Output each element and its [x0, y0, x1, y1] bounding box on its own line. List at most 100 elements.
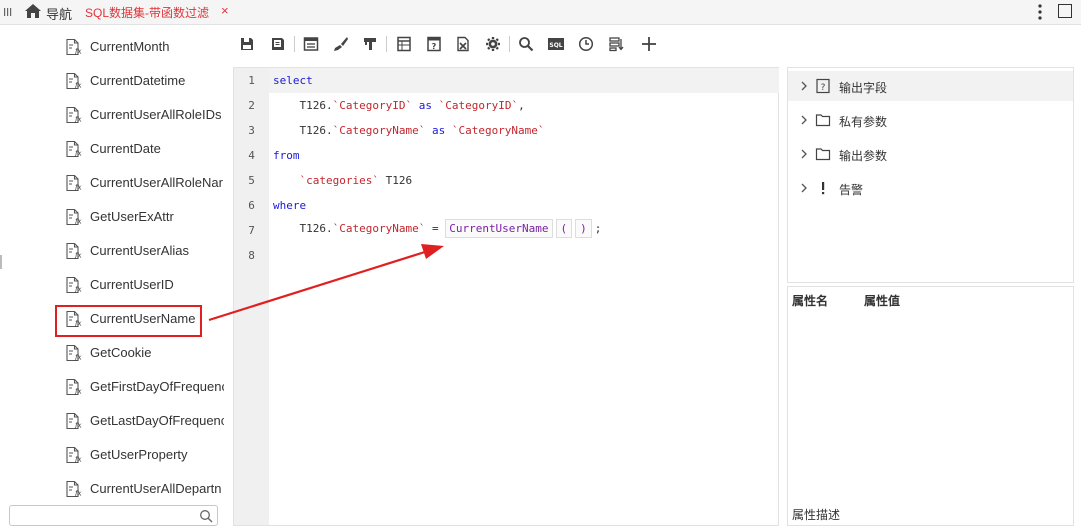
keyword-where: where: [273, 199, 307, 212]
code-line-2[interactable]: T126.`CategoryID` as `CategoryID`,: [273, 99, 524, 112]
svg-text:fx: fx: [74, 490, 82, 498]
alias-identifier: `CategoryName`: [451, 124, 545, 137]
sql-icon[interactable]: SQL: [545, 32, 567, 56]
function-icon: fx: [64, 446, 82, 464]
save-icon[interactable]: [236, 32, 258, 56]
field-help-icon: ?: [816, 78, 830, 94]
more-vertical-icon[interactable]: [1036, 2, 1044, 22]
clock-icon[interactable]: [575, 32, 597, 56]
chevron-right-icon[interactable]: [800, 149, 808, 159]
code-line-7[interactable]: T126.`CategoryName` = CurrentUserName();: [273, 219, 601, 238]
function-list-item[interactable]: fx CurrentMonth: [64, 34, 224, 60]
line-number: 8: [248, 249, 255, 262]
search-icon[interactable]: [515, 32, 537, 56]
svg-text:fx: fx: [74, 286, 82, 294]
chevron-right-icon[interactable]: [800, 115, 808, 125]
code-line-4[interactable]: from: [273, 149, 300, 162]
function-list-item[interactable]: fx CurrentDatetime: [64, 68, 224, 94]
tree-label: 输出字段: [839, 81, 888, 95]
line-number: 4: [248, 149, 255, 162]
function-icon: fx: [64, 276, 82, 294]
table-identifier: `categories`: [299, 174, 379, 187]
keyword-as: as: [431, 124, 446, 137]
svg-text:fx: fx: [74, 456, 82, 464]
tree-label: 私有参数: [839, 115, 888, 129]
toolbar-separator: [386, 36, 387, 52]
function-token-currentusername[interactable]: CurrentUserName: [445, 219, 553, 238]
table-alias: T126: [378, 174, 413, 187]
filter-icon[interactable]: [359, 32, 381, 56]
svg-text:fx: fx: [74, 116, 82, 124]
function-list-item[interactable]: fx CurrentUserID: [64, 272, 224, 298]
sort-icon[interactable]: [605, 32, 627, 56]
table-icon[interactable]: [393, 32, 415, 56]
keyword-from: from: [273, 149, 300, 162]
function-search-input[interactable]: [9, 505, 218, 526]
help-doc-icon[interactable]: ?: [423, 32, 445, 56]
table-prefix: T126.: [273, 124, 333, 137]
exclamation-icon: [822, 182, 825, 195]
function-icon: fx: [64, 208, 82, 226]
close-paren-token[interactable]: ): [575, 219, 592, 238]
search-icon[interactable]: [199, 509, 213, 523]
tree-item-output-params[interactable]: 输出参数: [788, 139, 1073, 169]
function-list-item[interactable]: fx GetUserProperty: [64, 442, 224, 468]
line-number: 6: [248, 199, 255, 212]
function-list-item[interactable]: fx CurrentDate: [64, 136, 224, 162]
svg-text:fx: fx: [74, 422, 82, 430]
function-icon: fx: [64, 38, 82, 56]
line-number: 1: [248, 74, 255, 87]
function-list-item[interactable]: fx GetCookie: [64, 340, 224, 366]
function-list-item[interactable]: fx CurrentUserAllDepartn: [64, 476, 224, 500]
toolbar-separator: [509, 36, 510, 52]
layout-icon[interactable]: [300, 32, 322, 56]
svg-text:fx: fx: [74, 354, 82, 362]
sql-editor[interactable]: 12345678 select T126.`CategoryID` as `Ca…: [233, 67, 779, 526]
settings-icon[interactable]: [482, 32, 504, 56]
chevron-right-icon[interactable]: [800, 81, 808, 91]
function-list-item[interactable]: fx CurrentUserAllRoleIDs: [64, 102, 224, 128]
code-line-5[interactable]: `categories` T126: [273, 174, 413, 187]
output-tree-panel: ? 输出字段 私有参数 输出参数 告警: [787, 67, 1074, 283]
function-list-item[interactable]: fx CurrentUserAlias: [64, 238, 224, 264]
export-icon[interactable]: [452, 32, 474, 56]
line-number: 7: [248, 224, 255, 237]
format-brush-icon[interactable]: [330, 32, 352, 56]
open-paren-token[interactable]: (: [555, 219, 573, 238]
function-label: GetUserProperty: [90, 447, 188, 462]
code-line-3[interactable]: T126.`CategoryName` as `CategoryName`: [273, 124, 545, 137]
function-list-item[interactable]: fx GetLastDayOfFrequenc: [64, 408, 224, 434]
function-list: fx CurrentMonth fx CurrentDatetime fx Current…: [0, 30, 226, 500]
svg-text:fx: fx: [74, 82, 82, 90]
function-label: CurrentMonth: [90, 39, 170, 54]
grip-icon[interactable]: [3, 6, 13, 18]
function-list-item[interactable]: fx CurrentUserAllRoleNar: [64, 170, 224, 196]
code-line-1[interactable]: select: [273, 74, 313, 87]
svg-text:fx: fx: [74, 218, 82, 226]
function-label: CurrentUserAllRoleNar: [90, 175, 223, 190]
save-as-icon[interactable]: [267, 32, 289, 56]
home-icon[interactable]: [24, 3, 42, 19]
svg-text:fx: fx: [74, 388, 82, 396]
tree-item-output-fields[interactable]: ? 输出字段: [788, 71, 1073, 101]
svg-text:fx: fx: [74, 252, 82, 260]
tab-sql-dataset[interactable]: SQL数据集-带函数过滤: [85, 4, 209, 21]
function-list-item[interactable]: fx GetFirstDayOfFrequenc: [64, 374, 224, 400]
property-description-label: 属性描述: [792, 508, 841, 522]
function-icon: fx: [64, 140, 82, 158]
maximize-icon[interactable]: [1058, 4, 1072, 18]
tab-close-button[interactable]: ×: [221, 3, 229, 18]
line-number-gutter: 1 2 3 4 5 6 7 8: [234, 68, 269, 525]
function-list-item[interactable]: fx GetUserExAttr: [64, 204, 224, 230]
nav-label[interactable]: 导航: [46, 4, 72, 23]
chevron-right-icon[interactable]: [800, 183, 808, 193]
tree-item-alerts[interactable]: 告警: [788, 173, 1073, 203]
alias-identifier: `CategoryID`: [438, 99, 519, 112]
tree-item-private-params[interactable]: 私有参数: [788, 105, 1073, 135]
function-label: GetFirstDayOfFrequenc: [90, 379, 224, 394]
code-line-6[interactable]: where: [273, 199, 306, 212]
add-icon[interactable]: [638, 32, 660, 56]
function-label: CurrentUserAllRoleIDs: [90, 107, 222, 122]
line-number: 5: [248, 174, 255, 187]
function-label: GetUserExAttr: [90, 209, 174, 224]
